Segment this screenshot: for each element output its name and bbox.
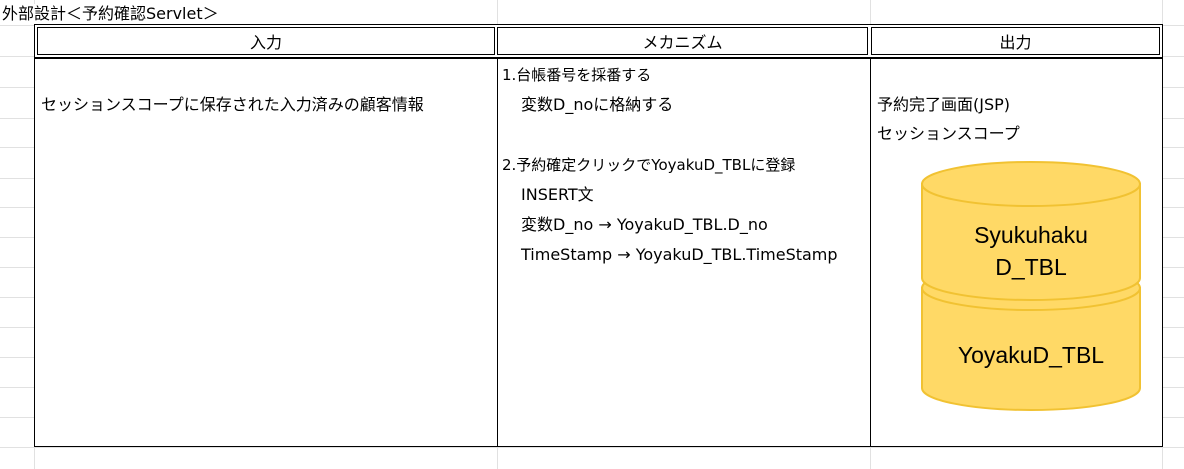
mechanism-step2-line[interactable]: TimeStamp → YoyakuD_TBL.TimeStamp <box>521 245 838 265</box>
header-mechanism[interactable]: メカニズム <box>497 27 868 55</box>
database-label-dtbl: D_TBL <box>995 254 1067 280</box>
header-output[interactable]: 出力 <box>871 27 1160 55</box>
mechanism-step1-detail[interactable]: 変数D_noに格納する <box>521 95 673 115</box>
mechanism-step2-line[interactable]: 変数D_no → YoyakuD_TBL.D_no <box>521 215 768 235</box>
output-line-session[interactable]: セッションスコープ <box>877 124 1020 144</box>
mechanism-step2-title[interactable]: 2.予約確定クリックでYoyakuD_TBLに登録 <box>502 155 795 175</box>
database-label-yoyaku: YoyakuD_TBL <box>957 342 1105 368</box>
column-divider <box>497 58 498 447</box>
database-cylinder-stack[interactable]: Syukuhaku D_TBL YoyakuD_TBL <box>920 160 1142 414</box>
grid-row-line <box>0 447 1184 448</box>
input-description[interactable]: セッションスコープに保存された入力済みの顧客情報 <box>41 95 424 115</box>
mechanism-step2-line[interactable]: INSERT文 <box>521 185 594 205</box>
header-input[interactable]: 入力 <box>37 27 495 55</box>
output-line-jsp[interactable]: 予約完了画面(JSP) <box>877 95 1010 115</box>
column-divider <box>870 58 871 447</box>
database-icon <box>921 161 1141 411</box>
mechanism-step1-title[interactable]: 1.台帳番号を採番する <box>502 65 651 85</box>
sheet-title: 外部設計＜予約確認Servlet＞ <box>2 4 221 24</box>
database-label-syukuhaku: Syukuhaku <box>974 222 1088 248</box>
